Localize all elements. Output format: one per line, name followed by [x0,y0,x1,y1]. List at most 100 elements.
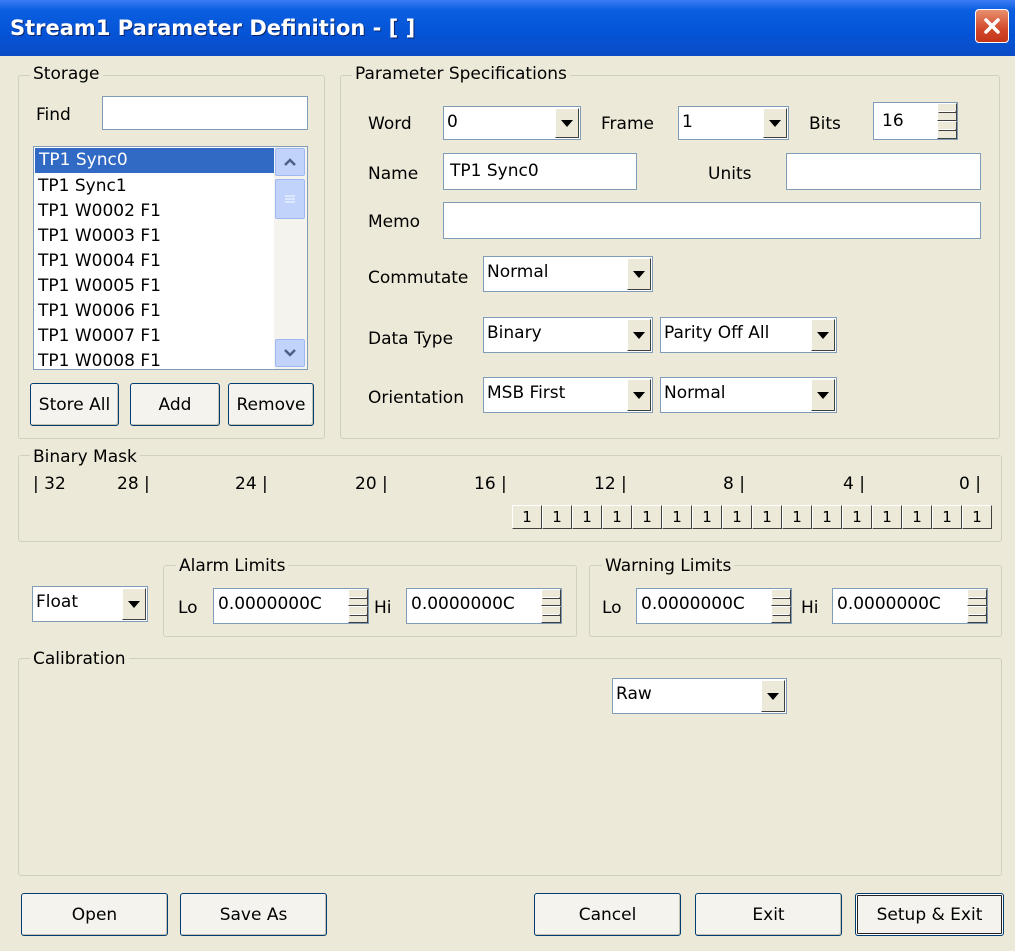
mask-bit-toggle[interactable]: 1 [632,505,662,529]
dropdown-arrow-icon[interactable] [555,108,579,138]
parity-select[interactable]: Parity Off All [660,317,837,353]
dropdown-arrow-icon[interactable] [811,319,835,351]
spin-down-icon[interactable] [771,606,791,623]
bits-value: 16 [882,111,904,131]
list-item[interactable]: TP1 Sync1 [34,174,307,199]
list-item[interactable]: TP1 W0003 F1 [34,224,307,249]
spin-down-icon[interactable] [348,606,368,623]
units-input[interactable] [786,153,981,190]
list-item[interactable]: TP1 W0005 F1 [34,274,307,299]
open-button[interactable]: Open [21,893,168,936]
dropdown-arrow-icon[interactable] [761,680,785,712]
list-item[interactable]: TP1 W0007 F1 [34,324,307,349]
close-button[interactable] [975,9,1009,43]
list-item[interactable]: TP1 W0004 F1 [34,249,307,274]
frame-value: 1 [682,112,693,132]
mask-bit-toggle[interactable]: 1 [512,505,542,529]
dropdown-arrow-icon[interactable] [627,258,651,290]
frame-label: Frame [601,114,654,134]
commutate-select[interactable]: Normal [483,256,653,292]
memo-input[interactable] [443,202,981,239]
cancel-button[interactable]: Cancel [534,893,681,936]
name-input[interactable]: TP1 Sync0 [443,153,637,190]
orientation-mode-select[interactable]: Normal [660,377,837,413]
bits-stepper[interactable]: 16 [873,102,958,140]
binary-mask-label: Binary Mask [30,447,140,467]
alarm-hi-stepper[interactable]: 0.0000000C [406,588,562,624]
format-select[interactable]: Float [32,586,148,622]
spin-up-icon[interactable] [937,103,957,121]
mask-bit-toggle[interactable]: 1 [662,505,692,529]
scroll-thumb[interactable] [275,179,305,219]
spin-up-icon[interactable] [967,589,987,606]
mask-bit-toggle[interactable]: 1 [872,505,902,529]
frame-select[interactable]: 1 [678,106,789,140]
find-label: Find [36,105,71,125]
mask-bit-toggle[interactable]: 1 [752,505,782,529]
alarm-lo-spinner[interactable] [348,589,368,623]
mask-bit-toggle[interactable]: 1 [782,505,812,529]
list-item[interactable]: TP1 W0002 F1 [34,199,307,224]
parity-value: Parity Off All [664,323,770,343]
storage-list[interactable]: TP1 Sync0 TP1 Sync1 TP1 W0002 F1 TP1 W0003 … [33,146,308,370]
chevron-up-icon [284,158,296,166]
scroll-up-button[interactable] [275,148,305,176]
save-as-button[interactable]: Save As [180,893,327,936]
dropdown-arrow-icon[interactable] [122,588,146,620]
word-select[interactable]: 0 [443,106,581,140]
warning-lo-spinner[interactable] [771,589,791,623]
spin-up-icon[interactable] [771,589,791,606]
dropdown-arrow-icon[interactable] [811,379,835,411]
bits-label: Bits [809,114,841,134]
mask-scale-label: 4 | [843,474,865,494]
warning-hi-spinner[interactable] [967,589,987,623]
mask-bit-toggle[interactable]: 1 [602,505,632,529]
name-label: Name [368,164,419,184]
spin-down-icon[interactable] [541,606,561,623]
storage-list-scrollbar[interactable] [274,147,307,369]
calibration-label: Calibration [30,649,129,669]
mask-scale-label: 8 | [723,474,745,494]
setup-and-exit-button[interactable]: Setup & Exit [855,893,1004,936]
alarm-hi-value: 0.0000000C [411,594,515,614]
dropdown-arrow-icon[interactable] [627,379,651,411]
list-item[interactable]: TP1 W0006 F1 [34,299,307,324]
bits-spinner[interactable] [937,103,957,139]
spin-down-icon[interactable] [967,606,987,623]
spin-down-icon[interactable] [937,121,957,139]
remove-button[interactable]: Remove [228,383,314,426]
mask-bit-toggle[interactable]: 1 [962,505,992,529]
list-item[interactable]: TP1 Sync0 [35,148,274,173]
calibration-mode-select[interactable]: Raw [612,678,787,714]
mask-bit-toggle[interactable]: 1 [542,505,572,529]
scroll-down-button[interactable] [275,339,305,367]
mask-bit-toggle[interactable]: 1 [692,505,722,529]
spin-up-icon[interactable] [348,589,368,606]
mask-bit-toggle[interactable]: 1 [932,505,962,529]
alarm-limits-label: Alarm Limits [176,556,289,576]
alarm-lo-stepper[interactable]: 0.0000000C [213,588,369,624]
dropdown-arrow-icon[interactable] [763,108,787,138]
mask-bit-toggle[interactable]: 1 [812,505,842,529]
data-type-select[interactable]: Binary [483,317,653,353]
mask-bit-toggle[interactable]: 1 [572,505,602,529]
alarm-hi-spinner[interactable] [541,589,561,623]
add-button[interactable]: Add [130,383,220,426]
mask-bit-toggle[interactable]: 1 [722,505,752,529]
orientation-value: MSB First [487,383,566,403]
warning-lo-stepper[interactable]: 0.0000000C [636,588,792,624]
store-all-button[interactable]: Store All [30,383,119,426]
commutate-value: Normal [487,262,549,282]
spin-up-icon[interactable] [541,589,561,606]
list-item[interactable]: TP1 W0008 F1 [34,349,307,369]
word-value: 0 [447,112,458,132]
exit-button[interactable]: Exit [695,893,842,936]
mask-bit-toggle[interactable]: 1 [902,505,932,529]
dropdown-arrow-icon[interactable] [627,319,651,351]
find-input[interactable] [102,96,308,130]
warning-hi-stepper[interactable]: 0.0000000C [832,588,988,624]
warning-hi-label: Hi [801,598,819,618]
mask-scale-label: 12 | [594,474,627,494]
mask-bit-toggle[interactable]: 1 [842,505,872,529]
orientation-select[interactable]: MSB First [483,377,653,413]
